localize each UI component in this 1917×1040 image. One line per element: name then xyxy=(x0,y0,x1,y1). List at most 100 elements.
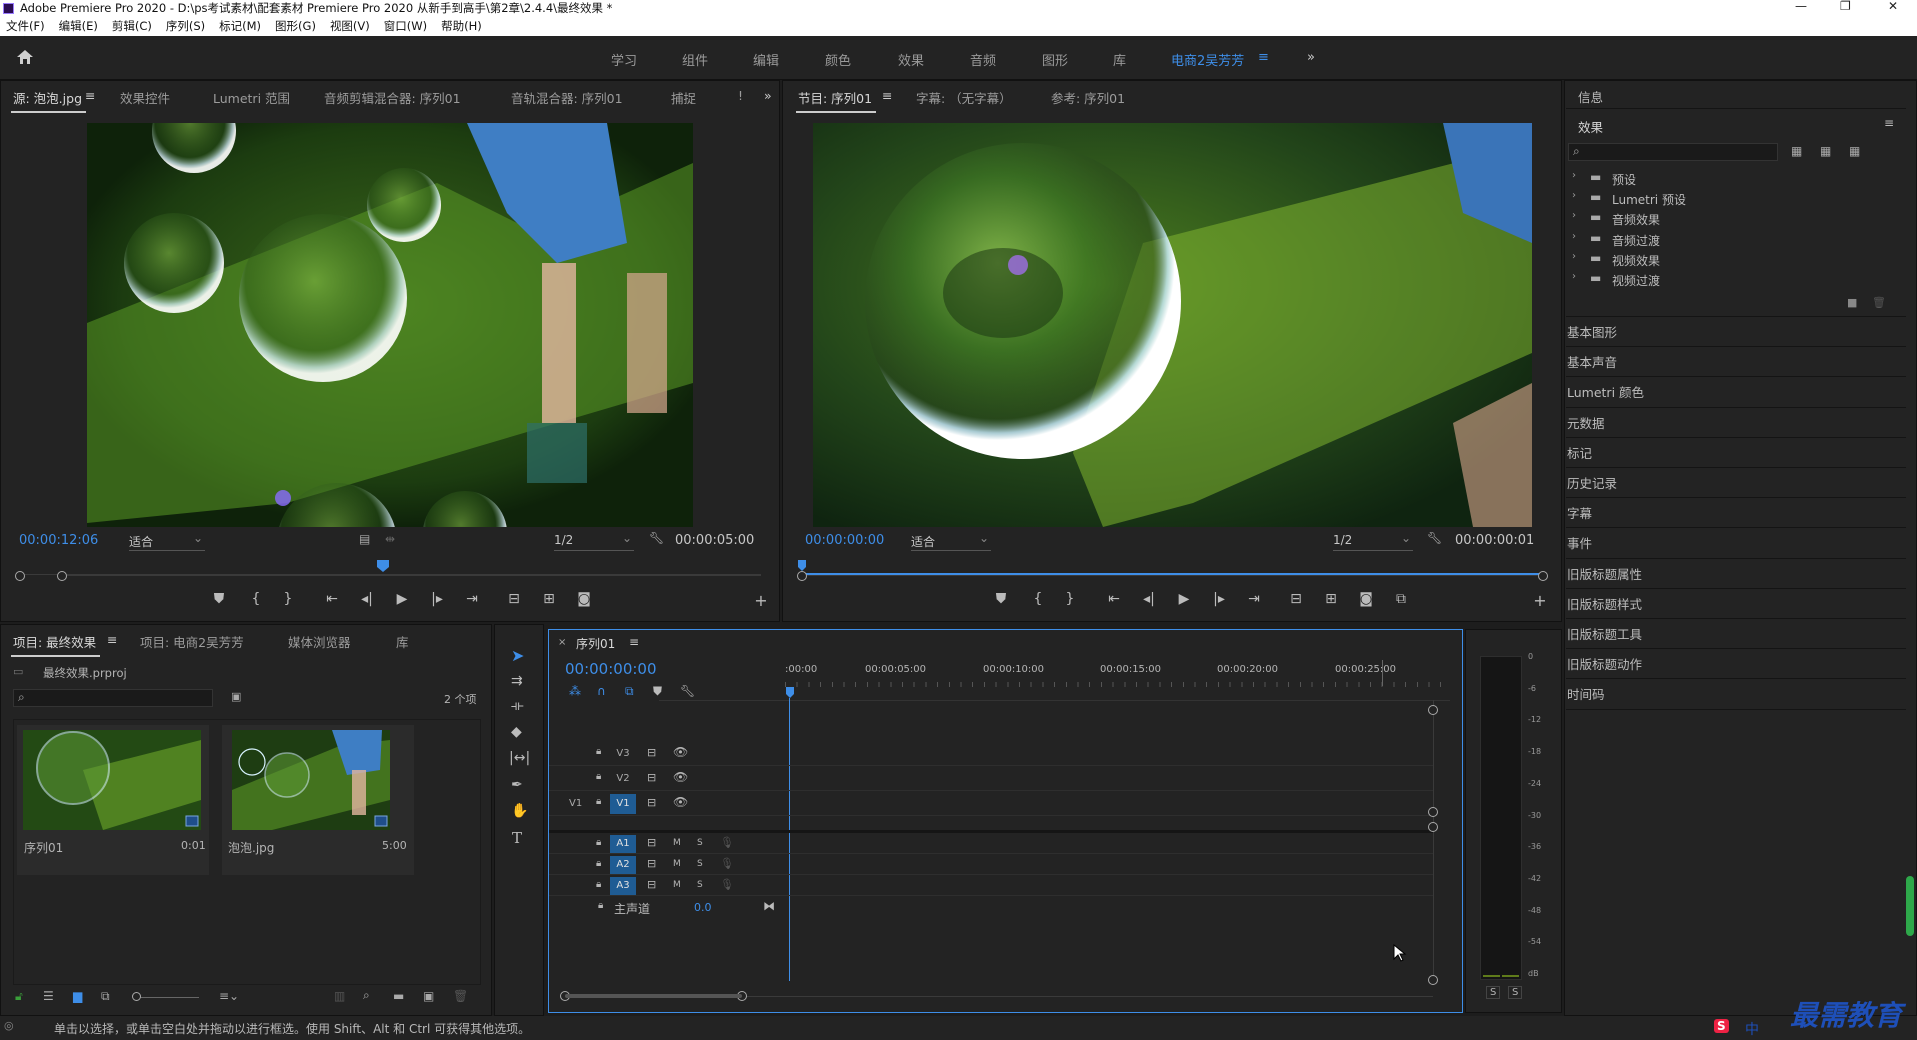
timeline-menu-icon[interactable]: ≡ xyxy=(629,635,639,649)
new-bin-icon[interactable]: ■ xyxy=(1847,296,1857,309)
program-zoom-end-handle[interactable] xyxy=(1538,571,1548,581)
program-settings-icon[interactable]: 🔧︎ xyxy=(1427,531,1442,545)
hand-tool-icon[interactable]: ✋ xyxy=(511,803,528,819)
pen-tool-icon[interactable]: ✒ xyxy=(511,777,523,793)
v-scroll-audio-handle[interactable] xyxy=(1428,822,1438,832)
track-target-button[interactable]: V3 xyxy=(610,744,636,764)
panel-section-header[interactable]: 标记 xyxy=(1567,443,1592,462)
toggle-output-eye-icon[interactable]: 👁︎ xyxy=(673,770,688,784)
menu-view[interactable]: 视图(V) xyxy=(330,18,370,34)
sync-lock-icon[interactable]: ⊟ xyxy=(647,857,656,870)
source-zoom-start-handle[interactable] xyxy=(15,571,25,581)
source-drag-audio-icon[interactable]: ⇹ xyxy=(385,532,395,546)
source-mark-out-icon[interactable]: } xyxy=(277,591,299,607)
tab-libraries[interactable]: 库 xyxy=(396,632,409,651)
workspace-tab-libraries[interactable]: 库 xyxy=(1113,50,1126,69)
workspace-tab-custom[interactable]: 电商2吴芳芳 xyxy=(1171,50,1244,69)
tab-audio-track-mixer[interactable]: 音轨混合器: 序列01 xyxy=(511,88,623,107)
source-play-icon[interactable]: ▶ xyxy=(391,591,413,607)
voiceover-mic-icon[interactable]: 🎙︎ xyxy=(720,878,734,891)
program-quality-select[interactable]: 1/2 xyxy=(1333,531,1413,551)
source-go-to-out-icon[interactable]: ⇥ xyxy=(461,591,483,607)
workspace-tab-effects[interactable]: 效果 xyxy=(898,50,924,69)
master-volume[interactable]: 0.0 xyxy=(694,901,712,914)
tab-source-menu-icon[interactable]: ≡ xyxy=(85,88,95,103)
solo-button[interactable]: S xyxy=(697,838,703,848)
workspace-overflow-icon[interactable]: » xyxy=(1307,50,1315,65)
track-target-button[interactable]: V2 xyxy=(610,769,636,789)
program-export-frame-icon[interactable]: ◙ xyxy=(1355,591,1377,607)
source-export-frame-icon[interactable]: ◙ xyxy=(573,591,595,607)
effects-folder[interactable]: › ▬ Lumetri 预设 xyxy=(1570,190,1900,208)
effects-folder[interactable]: › ▬ 视频过渡 xyxy=(1570,271,1900,289)
snap-icon[interactable]: ∩ xyxy=(597,684,606,698)
32bit-effects-icon[interactable]: ▦ xyxy=(1820,144,1831,158)
workspace-menu-icon[interactable]: ≡ xyxy=(1258,50,1269,65)
program-mark-in-icon[interactable]: { xyxy=(1027,591,1049,607)
panel-overflow-icon[interactable]: » xyxy=(764,88,772,103)
workspace-tab-graphics[interactable]: 图形 xyxy=(1042,50,1068,69)
source-step-forward-icon[interactable]: |▸ xyxy=(426,591,448,607)
effects-folder[interactable]: › ▬ 音频效果 xyxy=(1570,210,1900,228)
toggle-output-eye-icon[interactable]: 👁︎ xyxy=(673,795,688,809)
side-widget[interactable] xyxy=(1906,876,1914,936)
solo-right-button[interactable]: S xyxy=(1508,986,1523,999)
home-icon[interactable] xyxy=(16,49,34,65)
source-insert-icon[interactable]: ⊟ xyxy=(503,591,525,607)
program-mark-out-icon[interactable]: } xyxy=(1059,591,1081,607)
program-step-forward-icon[interactable]: |▸ xyxy=(1208,591,1230,607)
mute-button[interactable]: M xyxy=(673,880,681,890)
source-mark-in-icon[interactable]: { xyxy=(245,591,267,607)
yuv-effects-icon[interactable]: ▦ xyxy=(1849,144,1860,158)
mute-button[interactable]: M xyxy=(673,838,681,848)
program-lift-icon[interactable]: ⊟ xyxy=(1285,591,1307,607)
program-go-to-out-icon[interactable]: ⇥ xyxy=(1243,591,1265,607)
panel-section-header[interactable]: 事件 xyxy=(1567,533,1592,552)
toggle-output-eye-icon[interactable]: 👁︎ xyxy=(673,745,688,759)
list-view-icon[interactable]: ☰ xyxy=(43,989,54,1003)
menu-marker[interactable]: 标记(M) xyxy=(219,18,261,34)
menu-window[interactable]: 窗口(W) xyxy=(384,18,427,34)
effects-folder[interactable]: › ▬ 视频效果 xyxy=(1570,251,1900,269)
panel-section-header[interactable]: 旧版标题样式 xyxy=(1567,594,1642,613)
timeline-sequence-tab[interactable]: 序列01 xyxy=(576,635,615,652)
timeline-close-icon[interactable]: × xyxy=(558,637,566,648)
track-target-button[interactable]: A3 xyxy=(610,877,636,895)
sync-lock-icon[interactable]: ⊟ xyxy=(647,836,656,849)
menu-file[interactable]: 文件(F) xyxy=(6,18,45,34)
expand-arrow-icon[interactable]: › xyxy=(1572,210,1576,221)
menu-graphics[interactable]: 图形(G) xyxy=(275,18,316,34)
tab-captions[interactable]: 字幕: （无字幕） xyxy=(916,88,1012,107)
tab-lumetri-scopes[interactable]: Lumetri 范围 xyxy=(213,88,290,107)
panel-section-header[interactable]: 字幕 xyxy=(1567,503,1592,522)
tab-project-second[interactable]: 项目: 电商2吴芳芳 xyxy=(140,632,244,651)
solo-button[interactable]: S xyxy=(697,880,703,890)
tab-project-menu-icon[interactable]: ≡ xyxy=(107,632,117,647)
info-panel-header[interactable]: 信息 xyxy=(1578,87,1603,106)
automate-to-sequence-icon[interactable]: ▥ xyxy=(334,989,345,1003)
program-play-icon[interactable]: ▶ xyxy=(1173,591,1195,607)
v-scroll-video-handle[interactable] xyxy=(1428,807,1438,817)
ime-mode[interactable]: 中 xyxy=(1745,1019,1759,1039)
track-lock-icon[interactable]: 🔒︎ xyxy=(596,879,601,890)
program-extract-icon[interactable]: ⊞ xyxy=(1320,591,1342,607)
tab-media-browser[interactable]: 媒体浏览器 xyxy=(288,632,351,651)
ime-logo-icon[interactable]: S xyxy=(1714,1019,1729,1033)
expand-arrow-icon[interactable]: › xyxy=(1572,231,1576,242)
menu-help[interactable]: 帮助(H) xyxy=(441,18,482,34)
tab-reference[interactable]: 参考: 序列01 xyxy=(1051,88,1125,107)
timeline-ruler[interactable]: :00:00 00:00:05:00 00:00:10:00 00:00:15:… xyxy=(785,660,1450,700)
track-lock-icon[interactable]: 🔒︎ xyxy=(596,858,601,869)
effects-menu-icon[interactable]: ≡ xyxy=(1884,116,1894,130)
go-to-in-out-icon[interactable]: ⧓ xyxy=(763,899,775,913)
program-go-to-in-icon[interactable]: ⇤ xyxy=(1103,591,1125,607)
find-icon[interactable]: ⌕ xyxy=(363,988,370,1003)
razor-tool-icon[interactable]: ◆ xyxy=(511,724,522,740)
selection-tool-icon[interactable]: ➤ xyxy=(511,646,524,665)
mute-button[interactable]: M xyxy=(673,859,681,869)
menu-sequence[interactable]: 序列(S) xyxy=(166,18,205,34)
panel-section-header[interactable]: 旧版标题动作 xyxy=(1567,654,1642,673)
track-select-tool-icon[interactable]: ⇉ xyxy=(511,673,523,689)
panel-section-header[interactable]: Lumetri 颜色 xyxy=(1567,382,1644,401)
source-settings-icon[interactable]: 🔧︎ xyxy=(649,531,664,545)
